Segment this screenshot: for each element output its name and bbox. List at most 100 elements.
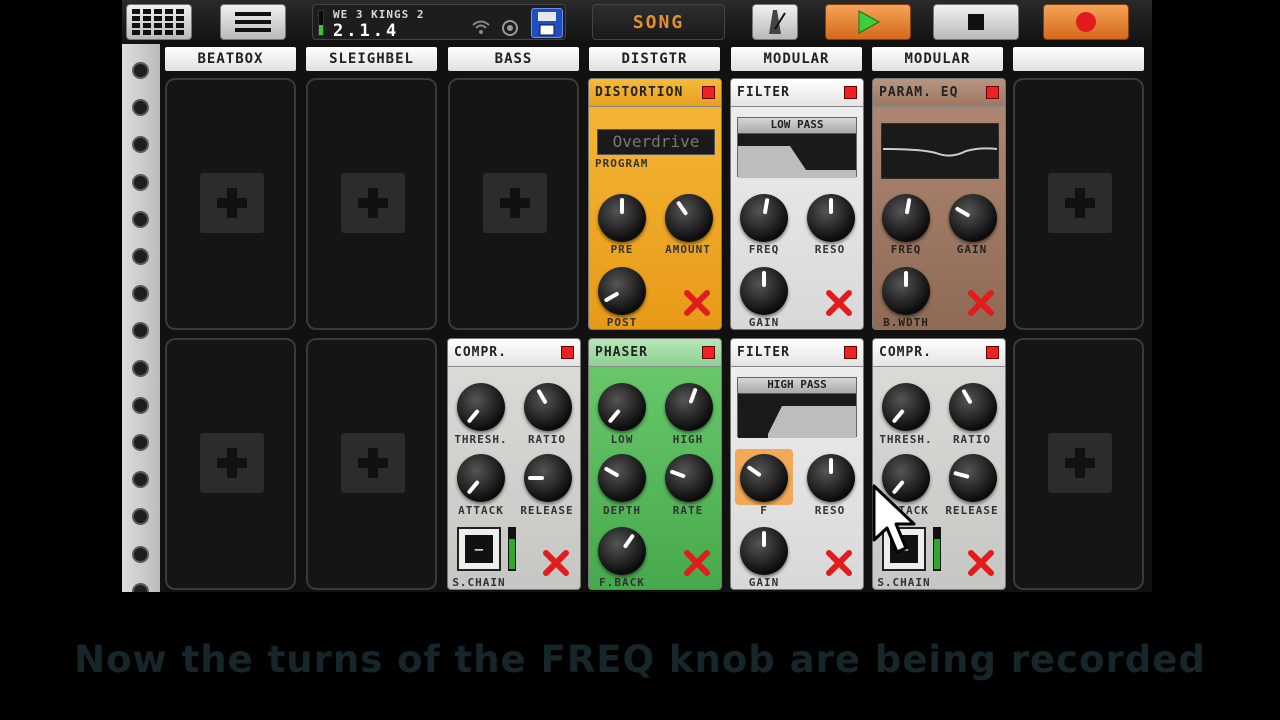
rail-dot [132,396,149,414]
column-header-modular-1[interactable]: MODULAR [731,47,862,71]
threshold-knob[interactable] [457,383,505,431]
effect-title: PHASER [595,345,648,360]
sidechain-toggle[interactable]: − [457,527,501,571]
plus-icon [500,188,530,218]
freq-knob[interactable] [740,454,788,502]
filter-mode-label: HIGH PASS [738,378,856,394]
threshold-knob[interactable] [882,383,930,431]
empty-effect-slot[interactable] [306,338,437,590]
gain-knob[interactable] [740,527,788,575]
close-icon[interactable] [683,549,711,577]
low-knob[interactable] [598,383,646,431]
knob-label: THRESH. [879,433,933,446]
amount-knob[interactable] [665,194,713,242]
rail-dot [132,99,149,117]
effect-bypass-led[interactable] [844,86,857,99]
filter-mode-display[interactable]: HIGH PASS [737,377,857,438]
distortion-effect-card: DISTORTION Overdrive PROGRAM PRE AMOUNT … [588,78,722,330]
add-effect-button[interactable] [483,173,547,233]
rate-knob[interactable] [665,454,713,502]
close-icon[interactable] [967,289,995,317]
reso-knob[interactable] [807,454,855,502]
gain-knob[interactable] [949,194,997,242]
rail-dot [132,582,149,592]
metronome-button[interactable] [752,4,798,40]
effect-bypass-led[interactable] [844,346,857,359]
effect-header: PARAM. EQ [873,79,1005,107]
high-knob[interactable] [665,383,713,431]
close-icon[interactable] [542,549,570,577]
menu-button[interactable] [220,4,286,40]
empty-effect-slot[interactable] [1013,338,1144,590]
effect-bypass-led[interactable] [702,86,715,99]
knob-label: PRE [610,243,634,256]
wifi-icon [472,20,490,34]
release-knob[interactable] [949,454,997,502]
effect-bypass-led[interactable] [702,346,715,359]
attack-knob[interactable] [457,454,505,502]
gain-knob[interactable] [740,267,788,315]
add-effect-button[interactable] [1048,173,1112,233]
effect-bypass-led[interactable] [986,86,999,99]
program-display[interactable]: Overdrive [597,129,715,155]
knob-label: ATTACK [458,504,504,517]
app-window: WE 3 KINGS 2 2.1.4 SONG BEATBOX SLEIGHBE… [122,0,1152,592]
play-icon [858,10,881,34]
add-effect-button[interactable] [1048,433,1112,493]
settings-icon[interactable] [501,19,519,37]
close-icon[interactable] [967,549,995,577]
column-header-empty[interactable] [1013,47,1144,71]
empty-effect-slot[interactable] [306,78,437,330]
grid-view-button[interactable] [126,4,192,40]
play-button[interactable] [825,4,911,40]
close-icon[interactable] [683,289,711,317]
close-icon[interactable] [825,549,853,577]
add-effect-button[interactable] [200,433,264,493]
knob-label: FREQ [748,243,780,256]
knob-label: RATIO [952,433,992,446]
track-rail[interactable] [122,44,160,592]
add-effect-button[interactable] [200,173,264,233]
record-button[interactable] [1043,4,1129,40]
effect-bypass-led[interactable] [561,346,574,359]
stop-button[interactable] [933,4,1019,40]
column-header-modular-2[interactable]: MODULAR [872,47,1003,71]
pre-knob[interactable] [598,194,646,242]
ratio-knob[interactable] [524,383,572,431]
post-knob[interactable] [598,267,646,315]
filter-mode-display[interactable]: LOW PASS [737,117,857,178]
reso-knob[interactable] [807,194,855,242]
column-header-beatbox[interactable]: BEATBOX [165,47,296,71]
add-effect-button[interactable] [341,433,405,493]
column-header-sleighbel[interactable]: SLEIGHBEL [306,47,437,71]
release-knob[interactable] [524,454,572,502]
knob-label: LOW [610,433,634,446]
effect-bypass-led[interactable] [986,346,999,359]
empty-effect-slot[interactable] [165,78,296,330]
song-mode-button[interactable]: SONG [592,4,725,40]
freq-knob[interactable] [740,194,788,242]
empty-effect-slot[interactable] [1013,78,1144,330]
add-effect-button[interactable] [341,173,405,233]
ratio-knob[interactable] [949,383,997,431]
effect-header: DISTORTION [589,79,721,107]
column-header-distgtr[interactable]: DISTGTR [589,47,720,71]
filter-mode-label: LOW PASS [738,118,856,134]
rail-dot [132,62,149,79]
knob-label: GAIN [956,243,988,256]
bandwidth-knob[interactable] [882,267,930,315]
column-header-bass[interactable]: BASS [448,47,579,71]
empty-effect-slot[interactable] [448,78,579,330]
close-icon[interactable] [825,289,853,317]
knob-label: RATIO [527,433,567,446]
save-button[interactable] [531,8,563,38]
freq-knob[interactable] [882,194,930,242]
depth-knob[interactable] [598,454,646,502]
effect-title: FILTER [737,85,790,100]
cursor-icon [872,484,916,554]
feedback-knob[interactable] [598,527,646,575]
rail-dot [132,508,149,526]
song-info-panel[interactable]: WE 3 KINGS 2 2.1.4 [312,4,566,41]
empty-effect-slot[interactable] [165,338,296,590]
knob-label: HIGH [672,433,704,446]
